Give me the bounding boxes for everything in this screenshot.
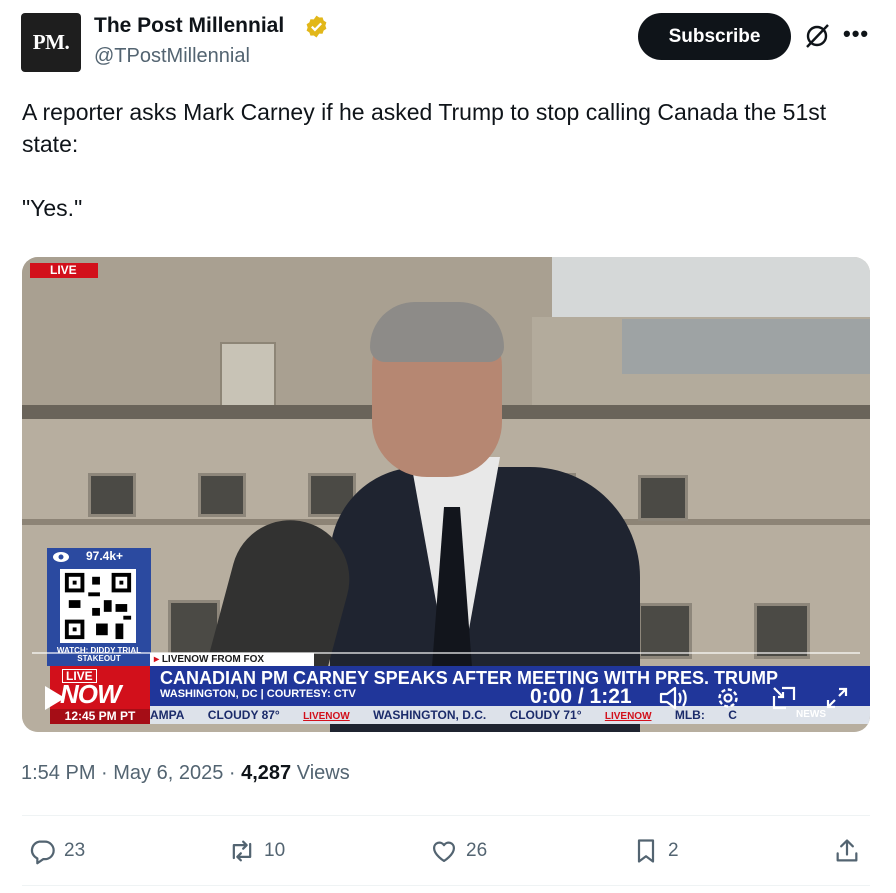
tweet-time[interactable]: 1:54 PM: [21, 762, 95, 784]
livenow-logo-now: NOW: [60, 679, 122, 709]
grok-icon[interactable]: [803, 22, 831, 50]
view-count: 97.4k+: [86, 549, 124, 563]
chyron-tag: ▸ LIVENOW FROM FOX: [150, 653, 314, 666]
handle[interactable]: @TPostMillennial: [94, 45, 250, 68]
play-icon[interactable]: [44, 685, 66, 711]
tweet-text: A reporter asks Mark Carney if he asked …: [22, 96, 862, 224]
broadcast-clock: 12:45 PM PT: [50, 709, 150, 724]
volume-icon[interactable]: [658, 684, 690, 712]
share-button[interactable]: [833, 835, 869, 867]
views-label: Views: [291, 762, 350, 784]
bookmark-button[interactable]: 2: [632, 835, 679, 867]
video-door: [220, 342, 276, 408]
reply-icon: [30, 840, 55, 865]
news-label: NEWS: [796, 709, 826, 720]
news-ticker: AMPA CLOUDY 87° LIVENOW WASHINGTON, D.C.…: [150, 706, 870, 724]
meta-separator: ·: [95, 762, 114, 784]
views-count: 4,287: [241, 762, 292, 784]
repost-icon: [232, 840, 252, 862]
fullscreen-icon[interactable]: [824, 685, 850, 711]
video-roof: [622, 319, 870, 374]
bookmark-icon: [637, 839, 655, 863]
display-name[interactable]: The Post Millennial: [94, 14, 284, 38]
tweet-text-line-2: "Yes.": [22, 195, 83, 221]
repost-count: 10: [264, 840, 286, 861]
chyron-subtitle: WASHINGTON, DC | COURTESY: CTV: [160, 688, 356, 700]
verified-badge-icon: [306, 15, 327, 38]
video-player[interactable]: LIVE 97.4k+ WATCH: DIDDY TRIAL STAKEOUT …: [22, 257, 870, 732]
ticker-item: CLOUDY 87°: [207, 708, 280, 722]
live-badge: LIVE: [30, 263, 98, 278]
tweet-date[interactable]: May 6, 2025: [113, 762, 223, 784]
like-count: 26: [466, 840, 488, 861]
divider: [22, 885, 870, 886]
pip-icon[interactable]: [770, 684, 798, 712]
qr-label: STAKEOUT: [77, 654, 121, 663]
ticker-item: WASHINGTON, D.C.: [373, 708, 487, 722]
video-window: [198, 473, 246, 517]
chyron-tag-text: LIVENOW FROM FOX: [161, 654, 265, 665]
video-window: [88, 473, 136, 517]
video-window: [638, 603, 692, 659]
video-window: [754, 603, 810, 659]
tweet-text-spacer: [22, 160, 862, 192]
bookmark-count: 2: [668, 840, 679, 861]
more-icon[interactable]: •••: [843, 23, 871, 48]
avatar[interactable]: PM.: [21, 13, 81, 72]
ticker-item: AMPA: [150, 708, 185, 722]
eye-icon: [53, 552, 69, 562]
ticker-item: CLOUDY 71°: [509, 708, 582, 722]
ticker-item: LIVENOW: [303, 711, 350, 722]
like-icon: [432, 841, 456, 863]
subscribe-button[interactable]: Subscribe: [638, 13, 791, 60]
share-icon: [836, 839, 858, 862]
video-person-hair: [370, 302, 504, 362]
meta-separator: ·: [223, 762, 242, 784]
video-time-readout: 0:00 / 1:21: [530, 685, 632, 708]
tweet-meta: 1:54 PM · May 6, 2025 · 4,287 Views: [21, 762, 350, 785]
ticker-item: LIVENOW: [604, 711, 652, 722]
tweet-text-line-1: A reporter asks Mark Carney if he asked …: [22, 99, 827, 157]
video-window: [638, 475, 688, 521]
reply-button[interactable]: 23: [28, 835, 85, 867]
repost-button[interactable]: 10: [228, 835, 285, 867]
reply-count: 23: [64, 840, 86, 861]
qr-code: [60, 569, 136, 643]
settings-icon[interactable]: [714, 684, 742, 712]
divider: [22, 815, 870, 816]
like-button[interactable]: 26: [430, 835, 487, 867]
